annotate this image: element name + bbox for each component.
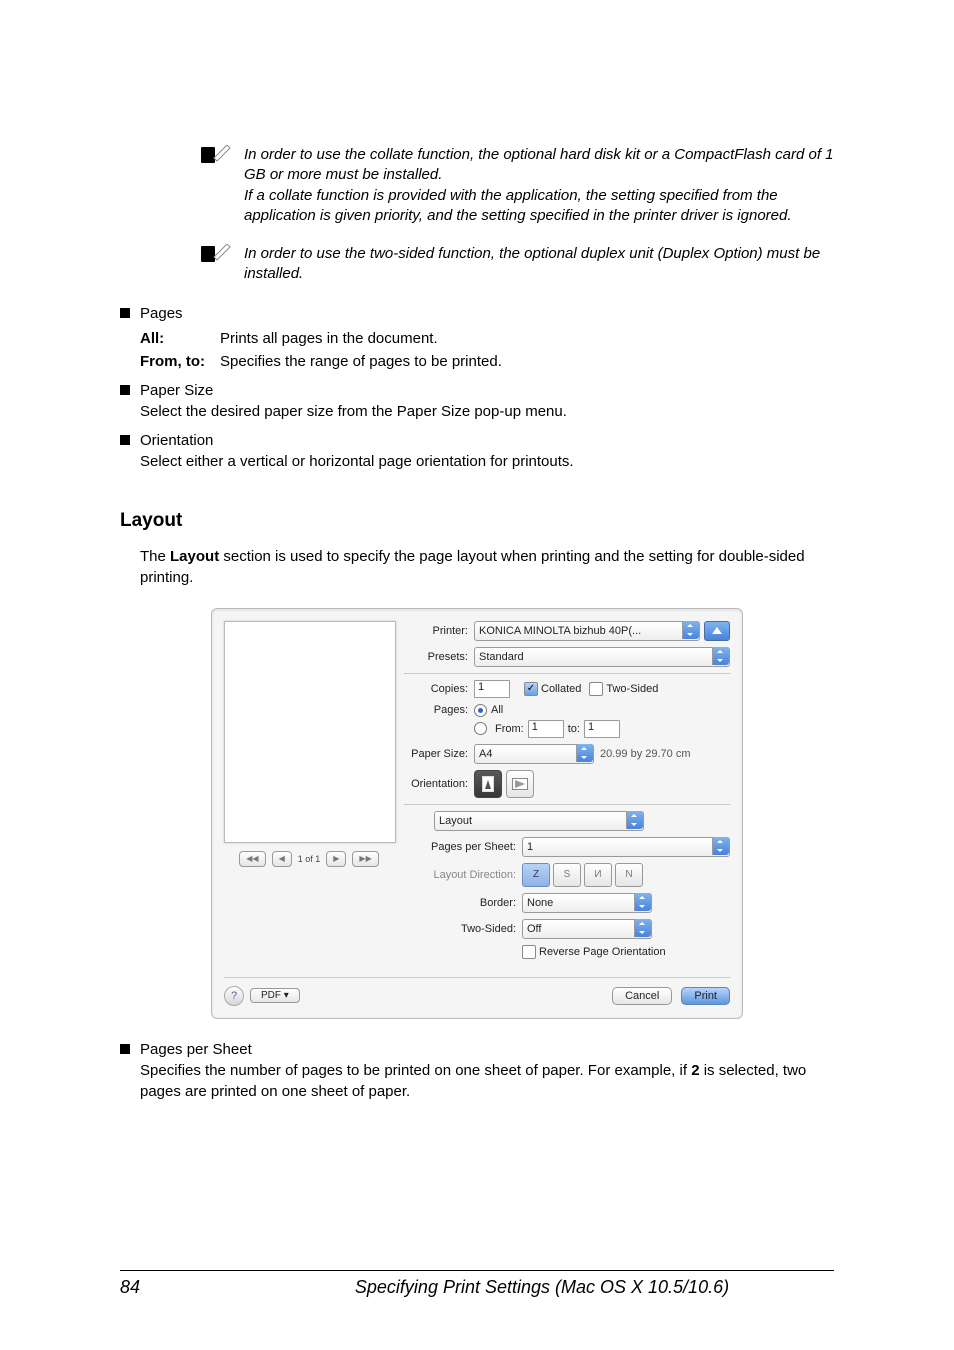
nav-first-button[interactable]: ◀◀: [239, 851, 265, 867]
papersize-select[interactable]: A4: [474, 744, 594, 764]
heading-layout: Layout: [120, 510, 834, 532]
orientation-portrait-button[interactable]: [474, 770, 502, 798]
bullet-pages: Pages: [140, 303, 183, 324]
copies-field[interactable]: 1: [474, 680, 510, 698]
twosided-checkbox[interactable]: [589, 682, 603, 696]
pdf-button[interactable]: PDF ▾: [250, 988, 300, 1003]
desc-papersize: Select the desired paper size from the P…: [140, 401, 567, 422]
pages-all-radio[interactable]: [474, 704, 487, 717]
bullet-pps: Pages per Sheet: [140, 1039, 834, 1060]
help-button[interactable]: ?: [224, 986, 244, 1006]
nav-prev-button[interactable]: ◀: [272, 851, 292, 867]
pages-from-radio[interactable]: [474, 722, 487, 735]
desc-orientation: Select either a vertical or horizontal p…: [140, 451, 574, 472]
nav-last-button[interactable]: ▶▶: [352, 851, 378, 867]
footer-title: Specifying Print Settings (Mac OS X 10.5…: [250, 1277, 834, 1298]
presets-select[interactable]: Standard: [474, 647, 730, 667]
papersize-label: Paper Size:: [404, 748, 468, 760]
desc-fromto: Specifies the range of pages to be print…: [220, 353, 502, 370]
bullet-icon: [120, 435, 130, 445]
border-select[interactable]: None: [522, 893, 652, 913]
bullet-icon: [120, 385, 130, 395]
bullet-papersize: Paper Size: [140, 380, 567, 401]
printer-select[interactable]: KONICA MINOLTA bizhub 40P(...: [474, 621, 700, 641]
layoutdir-label: Layout Direction:: [422, 869, 516, 881]
pps-select[interactable]: 1: [522, 837, 730, 857]
collated-checkbox[interactable]: ✓: [524, 682, 538, 696]
orientation-landscape-button[interactable]: [506, 770, 534, 798]
note-duplex: In order to use the two-sided function, …: [244, 244, 834, 285]
nav-position: 1 of 1: [298, 854, 321, 864]
collated-label: Collated: [541, 683, 581, 695]
cancel-button[interactable]: Cancel: [612, 987, 672, 1005]
reverse-checkbox[interactable]: [522, 945, 536, 959]
presets-label: Presets:: [404, 651, 468, 663]
pages-to-field[interactable]: 1: [584, 720, 620, 738]
pps-label: Pages per Sheet:: [422, 841, 516, 853]
printer-label: Printer:: [404, 625, 468, 637]
pages-to-label: to:: [568, 723, 580, 735]
ts-label: Two-Sided:: [422, 923, 516, 935]
copies-label: Copies:: [404, 683, 468, 695]
reverse-label: Reverse Page Orientation: [539, 946, 666, 958]
desc-pps: Specifies the number of pages to be prin…: [140, 1060, 834, 1102]
nav-next-button[interactable]: ▶: [326, 851, 346, 867]
bullet-orientation: Orientation: [140, 430, 574, 451]
bullet-icon: [120, 308, 130, 318]
layoutdir-4-button[interactable]: N: [615, 863, 643, 887]
layoutdir-2-button[interactable]: S: [553, 863, 581, 887]
papersize-dim: 20.99 by 29.70 cm: [600, 748, 691, 760]
bullet-icon: [120, 1044, 130, 1054]
page-number: 84: [120, 1277, 250, 1298]
pages-from-label: From:: [495, 723, 524, 735]
twosided-label: Two-Sided: [606, 683, 658, 695]
print-button[interactable]: Print: [681, 987, 730, 1005]
pages-from-field[interactable]: 1: [528, 720, 564, 738]
section-select[interactable]: Layout: [434, 811, 644, 831]
layoutdir-3-button[interactable]: И: [584, 863, 612, 887]
note-collate: In order to use the collate function, th…: [244, 145, 834, 226]
border-label: Border:: [422, 897, 516, 909]
term-all: All: [140, 330, 159, 347]
desc-all: Prints all pages in the document.: [220, 330, 438, 347]
pages-all-label: All: [491, 704, 503, 716]
print-preview: [224, 621, 396, 843]
pages-label: Pages:: [404, 704, 468, 716]
para-layout: The Layout section is used to specify th…: [140, 546, 834, 588]
note-icon: [200, 244, 232, 264]
layoutdir-1-button[interactable]: Z: [522, 863, 550, 887]
print-dialog: ◀◀ ◀ 1 of 1 ▶ ▶▶ Printer: KONICA MINOLTA…: [211, 608, 743, 1019]
note-icon: [200, 145, 232, 165]
ts-select[interactable]: Off: [522, 919, 652, 939]
printer-expand-button[interactable]: [704, 621, 730, 641]
orientation-label: Orientation:: [404, 778, 468, 790]
term-fromto: From, to: [140, 353, 200, 370]
